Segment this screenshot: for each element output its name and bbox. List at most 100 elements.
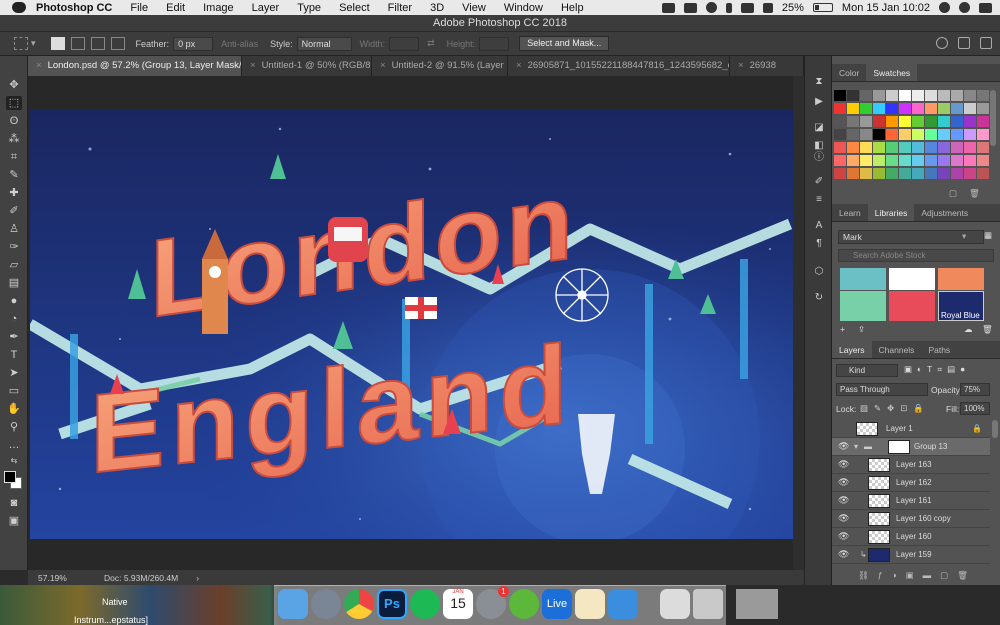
feather-input[interactable]: 0 px — [173, 36, 214, 51]
notification-icon[interactable] — [979, 2, 992, 13]
antialias-checkbox[interactable]: Anti-alias — [221, 39, 258, 49]
doc-size[interactable]: Doc: 5.93M/260.4M — [104, 573, 178, 583]
swatch[interactable] — [847, 155, 859, 166]
select-and-mask-button[interactable]: Select and Mask... — [519, 36, 610, 51]
eraser-tool-icon[interactable]: ▱ — [6, 258, 22, 272]
menu-help[interactable]: Help — [561, 2, 584, 14]
swatch[interactable] — [873, 103, 885, 114]
tab-channels[interactable]: Channels — [872, 341, 922, 358]
layer-name[interactable]: Layer 160 — [896, 532, 932, 541]
layer-row[interactable]: 👁 Layer 161 — [832, 492, 990, 510]
swatch[interactable] — [860, 103, 872, 114]
pen-tool-icon[interactable]: ✒ — [6, 330, 22, 344]
battery-percent[interactable]: 25% — [782, 2, 804, 14]
layer-filter-select[interactable]: Kind — [836, 364, 898, 377]
mail-icon[interactable] — [608, 589, 638, 619]
swatch[interactable] — [847, 90, 859, 101]
path-selection-tool-icon[interactable]: ➤ — [6, 366, 22, 380]
library-color-3[interactable] — [938, 268, 984, 290]
trash-icon[interactable] — [693, 589, 723, 619]
swatch[interactable] — [925, 142, 937, 153]
foreground-color-swatch[interactable] — [4, 471, 16, 483]
swatch[interactable] — [964, 116, 976, 127]
quick-mask-icon[interactable]: ◙ — [6, 496, 22, 510]
trash-icon[interactable]: 🗑 — [969, 188, 980, 199]
swatch[interactable] — [912, 116, 924, 127]
swatch[interactable] — [834, 129, 846, 140]
screen-mode-icon[interactable]: ▣ — [6, 514, 22, 528]
swatch[interactable] — [847, 168, 859, 179]
layer-row[interactable]: 👁 Layer 160 — [832, 528, 990, 546]
canvas-area[interactable]: London England — [28, 76, 804, 570]
swatch[interactable] — [899, 168, 911, 179]
swatch[interactable] — [951, 155, 963, 166]
swatch[interactable] — [951, 129, 963, 140]
cc-libraries-icon[interactable]: ↻ — [813, 292, 825, 304]
swatch[interactable] — [834, 155, 846, 166]
launchpad-icon[interactable] — [311, 589, 341, 619]
subtract-selection-icon[interactable] — [90, 37, 105, 50]
zoom-level[interactable]: 57.19% — [38, 573, 88, 583]
clone-stamp-tool-icon[interactable]: ♙ — [6, 222, 22, 236]
layers-footer-icons[interactable]: ⛓ƒ◑▣▬▢🗑 — [858, 570, 977, 581]
swatch[interactable] — [860, 116, 872, 127]
menu-filter[interactable]: Filter — [388, 2, 412, 14]
info-icon[interactable]: ⓘ — [813, 152, 825, 164]
tab-swatches[interactable]: Swatches — [866, 64, 918, 81]
eye-icon[interactable]: 👁 — [838, 478, 849, 487]
swatch[interactable] — [912, 142, 924, 153]
menu-select[interactable]: Select — [339, 2, 370, 14]
magic-wand-tool-icon[interactable]: ⁂ — [6, 132, 22, 146]
lasso-tool-icon[interactable]: ʘ — [6, 114, 22, 128]
tab-jpg[interactable]: × 26905871_10155221188447816_1243595682_o… — [508, 56, 730, 76]
lock-icons[interactable]: ▨✎✥⊡🔒 — [860, 403, 930, 414]
layer-row[interactable]: 👁 Layer 160 copy — [832, 510, 990, 528]
history-icon[interactable]: ⧗ — [813, 76, 825, 88]
swatch[interactable] — [938, 155, 950, 166]
apple-icon[interactable] — [12, 2, 26, 13]
swatch[interactable] — [964, 142, 976, 153]
character-icon[interactable]: A — [813, 220, 825, 232]
swatch[interactable] — [886, 155, 898, 166]
play-actions-icon[interactable]: ▶ — [813, 96, 825, 108]
volume-icon[interactable] — [762, 2, 773, 13]
healing-brush-tool-icon[interactable]: ✚ — [6, 186, 22, 200]
swatch[interactable] — [938, 90, 950, 101]
document-canvas[interactable]: London England — [30, 109, 793, 539]
search-icon[interactable] — [939, 2, 950, 13]
layer-row[interactable]: Layer 1 🔒 — [832, 420, 990, 438]
eye-icon[interactable]: 👁 — [838, 532, 849, 541]
search-icon[interactable] — [936, 37, 948, 49]
finder-icon[interactable] — [278, 589, 308, 619]
menu-view[interactable]: View — [462, 2, 486, 14]
menu-image[interactable]: Image — [203, 2, 234, 14]
swatch[interactable] — [938, 103, 950, 114]
menu-file[interactable]: File — [130, 2, 148, 14]
crop-tool-icon[interactable]: ⌗ — [6, 150, 22, 164]
vertical-scrollbar[interactable] — [793, 76, 804, 570]
minimized-window[interactable] — [736, 589, 778, 619]
menu-window[interactable]: Window — [504, 2, 543, 14]
user-icon[interactable] — [959, 2, 970, 13]
layer-row[interactable]: 👁 Layer 162 — [832, 474, 990, 492]
fill-input[interactable]: 100% — [960, 402, 990, 415]
intersect-selection-icon[interactable] — [110, 37, 125, 50]
swap-colors-icon[interactable]: ⇆ — [6, 454, 22, 468]
swatch[interactable] — [925, 168, 937, 179]
close-icon[interactable]: × — [36, 60, 42, 71]
swatch[interactable] — [834, 142, 846, 153]
library-color-4[interactable] — [840, 291, 886, 321]
swatch[interactable] — [860, 142, 872, 153]
menu-type[interactable]: Type — [297, 2, 321, 14]
swatch[interactable] — [847, 129, 859, 140]
layer-name[interactable]: Layer 162 — [896, 478, 932, 487]
more-tools-icon[interactable]: … — [6, 438, 22, 452]
layer-name[interactable]: Layer 163 — [896, 460, 932, 469]
swatch[interactable] — [860, 168, 872, 179]
clock[interactable]: Mon 15 Jan 10:02 — [842, 2, 930, 14]
swatch[interactable] — [938, 168, 950, 179]
swatch[interactable] — [977, 142, 989, 153]
system-preferences-icon[interactable]: 1 — [476, 586, 509, 619]
swatch[interactable] — [938, 129, 950, 140]
swatch[interactable] — [977, 90, 989, 101]
